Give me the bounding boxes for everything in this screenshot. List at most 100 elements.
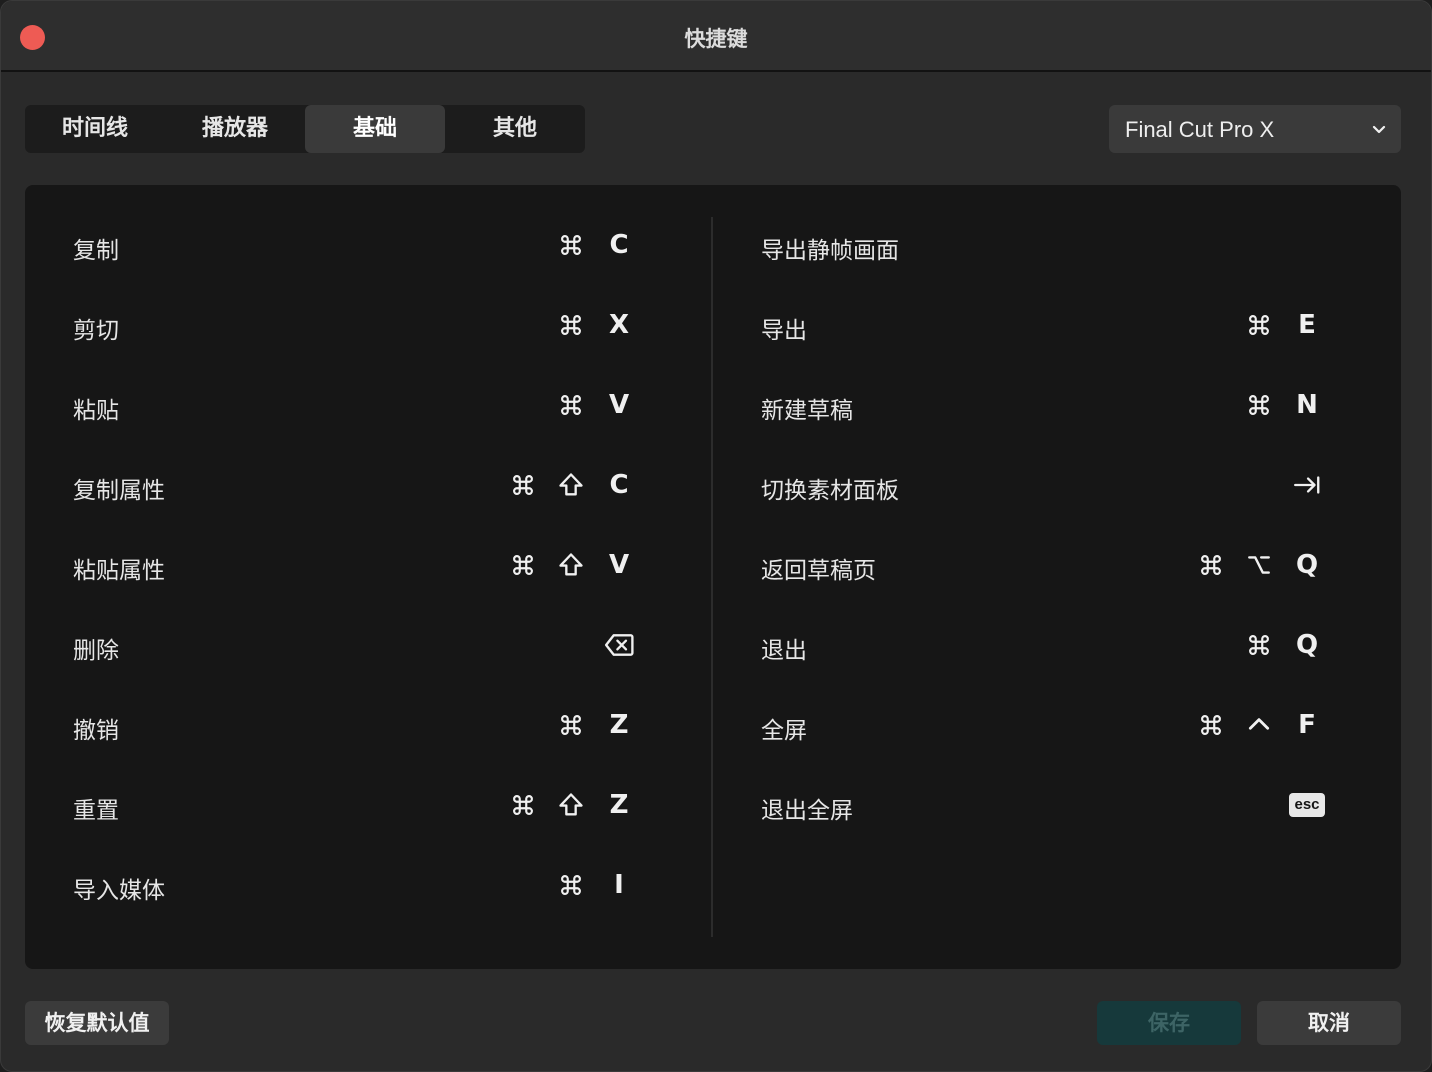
command-key-icon — [1187, 707, 1235, 743]
cancel-button[interactable]: 取消 — [1257, 1001, 1401, 1045]
command-key-icon — [547, 707, 595, 743]
shortcut-label: 切换素材面板 — [761, 478, 899, 504]
command-key-icon — [1235, 387, 1283, 423]
shortcut-keys[interactable]: Z — [499, 787, 643, 823]
shortcut-keys[interactable]: esc — [1283, 787, 1331, 823]
shortcut-row[interactable]: 导出 E — [761, 285, 1331, 365]
key-letter: V — [608, 550, 630, 580]
shortcut-label: 复制属性 — [73, 478, 165, 504]
shortcut-label: 退出 — [761, 638, 807, 664]
key-letter: F — [1298, 710, 1316, 740]
shift-key-icon — [547, 787, 595, 823]
key-letter: V — [608, 390, 630, 420]
command-key-icon — [499, 547, 547, 583]
shortcut-keys[interactable]: Q — [1187, 547, 1331, 583]
shortcut-keys[interactable]: V — [547, 387, 643, 423]
shortcut-keys[interactable]: V — [499, 547, 643, 583]
shortcut-label: 全屏 — [761, 718, 807, 744]
tab-basic[interactable]: 基础 — [305, 105, 445, 153]
command-key-icon — [1235, 307, 1283, 343]
command-key-icon — [499, 467, 547, 503]
shortcut-label: 重置 — [73, 798, 119, 824]
shortcut-row[interactable]: 重置 Z — [73, 765, 643, 845]
delete-key-icon — [595, 627, 643, 663]
tab-timeline[interactable]: 时间线 — [25, 105, 165, 153]
shortcut-label: 新建草稿 — [761, 398, 853, 424]
shortcut-label: 剪切 — [73, 318, 119, 344]
key-letter: Z — [609, 710, 629, 740]
key-letter: Z — [609, 790, 629, 820]
shortcut-row[interactable]: 切换素材面板 — [761, 445, 1331, 525]
shortcut-row[interactable]: 粘贴 V — [73, 365, 643, 445]
shortcut-label: 退出全屏 — [761, 798, 853, 824]
command-key-icon — [547, 307, 595, 343]
escape-key-icon: esc — [1283, 787, 1331, 823]
restore-defaults-button[interactable]: 恢复默认值 — [25, 1001, 169, 1045]
shift-key-icon — [547, 467, 595, 503]
key-letter: E — [1298, 310, 1316, 340]
option-key-icon — [1235, 547, 1283, 583]
shortcut-keys[interactable] — [1283, 467, 1331, 503]
tab-player[interactable]: 播放器 — [165, 105, 305, 153]
command-key-icon — [1187, 547, 1235, 583]
key-letter: Q — [1295, 630, 1319, 660]
shortcut-row[interactable]: 撤销 Z — [73, 685, 643, 765]
control-key-icon — [1235, 707, 1283, 743]
key-letter: N — [1296, 390, 1318, 420]
shortcut-row[interactable]: 粘贴属性 V — [73, 525, 643, 605]
category-tabs: 时间线 播放器 基础 其他 — [25, 105, 585, 153]
command-key-icon — [547, 387, 595, 423]
shortcut-label: 复制 — [73, 238, 119, 264]
shortcut-keys[interactable]: X — [547, 307, 643, 343]
shortcut-keys[interactable]: C — [499, 467, 643, 503]
command-key-icon — [1235, 627, 1283, 663]
shortcut-keys[interactable]: Q — [1235, 627, 1331, 663]
key-letter: Q — [1295, 550, 1319, 580]
shortcut-label: 导入媒体 — [73, 878, 165, 904]
shortcut-keys[interactable]: I — [547, 867, 643, 903]
shortcut-row[interactable]: 删除 — [73, 605, 643, 685]
shortcut-keys[interactable]: C — [547, 227, 643, 263]
shortcut-keys[interactable]: E — [1235, 307, 1331, 343]
preset-dropdown[interactable]: Final Cut Pro X — [1109, 105, 1401, 153]
shortcut-row[interactable]: 复制属性 C — [73, 445, 643, 525]
shortcut-keys[interactable]: F — [1187, 707, 1331, 743]
key-letter: C — [609, 470, 629, 500]
shortcut-row[interactable]: 导出静帧画面 — [761, 205, 1331, 285]
key-letter: X — [608, 310, 630, 340]
save-button[interactable]: 保存 — [1097, 1001, 1241, 1045]
shortcut-label: 删除 — [73, 638, 119, 664]
command-key-icon — [499, 787, 547, 823]
shift-key-icon — [547, 547, 595, 583]
shortcut-label: 粘贴 — [73, 398, 119, 424]
tab-other[interactable]: 其他 — [445, 105, 585, 153]
shortcut-row[interactable]: 全屏 F — [761, 685, 1331, 765]
shortcut-label: 导出静帧画面 — [761, 238, 899, 264]
tab-key-icon — [1283, 467, 1331, 503]
title-bar: 快捷键 — [1, 1, 1431, 72]
chevron-down-icon — [1372, 125, 1386, 134]
esc-badge: esc — [1289, 793, 1325, 817]
shortcut-row[interactable]: 复制 C — [73, 205, 643, 285]
shortcut-label: 撤销 — [73, 718, 119, 744]
shortcut-keys[interactable] — [595, 627, 643, 663]
window-title: 快捷键 — [684, 27, 748, 51]
shortcut-row[interactable]: 返回草稿页 Q — [761, 525, 1331, 605]
key-letter: I — [614, 870, 624, 900]
shortcut-column-left: 复制 C 剪切 X 粘贴 V 复制属性 C 粘贴属性 V 删除撤销 Z 重置 Z 导入媒体 I — [73, 205, 643, 925]
shortcut-keys[interactable]: Z — [547, 707, 643, 743]
shortcut-label: 导出 — [761, 318, 807, 344]
shortcut-row[interactable]: 新建草稿 N — [761, 365, 1331, 445]
shortcut-settings-window: 快捷键 时间线 播放器 基础 其他 Final Cut Pro X 复制 C 剪切 X… — [0, 0, 1432, 1072]
shortcut-row[interactable]: 退出全屏 esc — [761, 765, 1331, 845]
shortcut-keys[interactable]: N — [1235, 387, 1331, 423]
shortcut-label: 粘贴属性 — [73, 558, 165, 584]
shortcut-list-panel: 复制 C 剪切 X 粘贴 V 复制属性 C 粘贴属性 V 删除 撤销 Z 重置 Z 导入媒体 I 导出静帧画面导… — [25, 185, 1401, 969]
shortcut-row[interactable]: 剪切 X — [73, 285, 643, 365]
shortcut-column-right: 导出静帧画面 导出 E 新建草稿 N 切换素材面板 返回草稿页 Q 退出 Q 全屏 F 退出全屏 esc — [761, 205, 1331, 845]
key-letter: C — [609, 230, 629, 260]
shortcut-row[interactable]: 导入媒体 I — [73, 845, 643, 925]
shortcut-row[interactable]: 退出 Q — [761, 605, 1331, 685]
shortcut-label: 返回草稿页 — [761, 558, 876, 584]
column-divider — [711, 217, 713, 937]
